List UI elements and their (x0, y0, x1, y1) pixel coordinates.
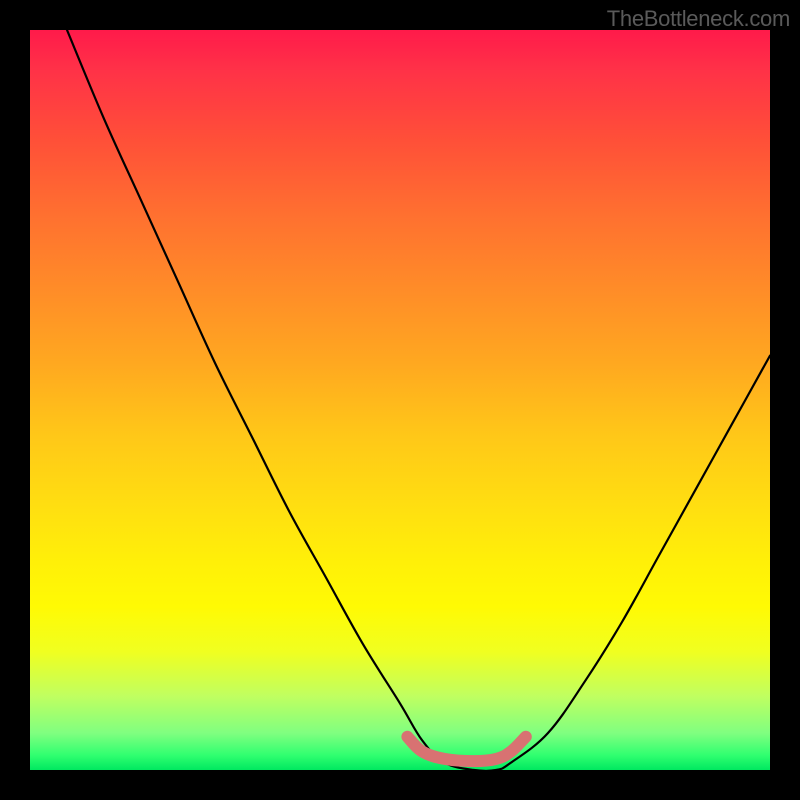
credit-text: TheBottleneck.com (607, 6, 790, 32)
chart-svg (30, 30, 770, 770)
main-curve (67, 30, 770, 770)
highlight-curve (407, 737, 525, 761)
